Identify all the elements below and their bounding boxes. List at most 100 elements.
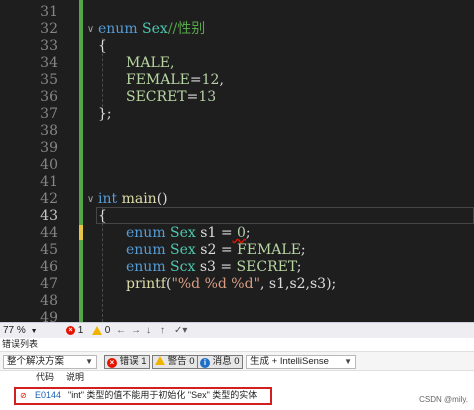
messages-label: 消息 0 [212, 356, 240, 367]
punctuation: ; [300, 242, 306, 258]
line-number: 40 [40, 157, 58, 173]
code-line: 42 int main() [0, 191, 474, 208]
build-filter-dropdown[interactable]: 生成 + IntelliSense ▼ [246, 355, 356, 369]
line-number: 39 [40, 140, 58, 156]
errors-filter-button[interactable]: × 错误 1 [104, 355, 150, 369]
enum-name: Sex [137, 21, 168, 37]
chevron-down-icon: ▼ [344, 357, 352, 366]
keyword-enum: enum [98, 21, 138, 37]
number-literal: 13 [198, 89, 217, 105]
messages-filter-button[interactable]: i 消息 0 [197, 355, 243, 369]
code-line: 38 [0, 123, 474, 140]
code-line: 37 }; [0, 106, 474, 123]
scope-label: 整个解决方案 [7, 356, 65, 367]
column-header-description[interactable]: 说明 [66, 371, 84, 384]
operator: = [220, 225, 233, 241]
code-text: enum Sex s2 = FEMALE; [126, 242, 306, 259]
code-line: 40 [0, 157, 474, 174]
punctuation: ; [245, 225, 251, 241]
warning-indicator[interactable]: 0 [92, 323, 110, 339]
code-editor[interactable]: ∨ ∨ 31 32 enum Sex//性别 33 { 34 MALE, 35 … [0, 0, 474, 322]
error-row-icon: ⊘ [20, 391, 27, 400]
code-text: enum Scx s3 = SECRET; [126, 259, 301, 276]
line-number: 46 [40, 259, 58, 275]
line-number: 34 [40, 55, 58, 71]
code-comment: //性别 [167, 21, 206, 37]
code-text: MALE, [126, 55, 174, 72]
line-number: 41 [40, 174, 58, 190]
keyword-enum: enum [126, 259, 166, 275]
error-code-link[interactable]: E0144 [35, 390, 61, 401]
number-literal: 12 [201, 72, 220, 88]
variable: s3 [195, 259, 221, 275]
code-text: int main() [98, 191, 168, 208]
code-text: }; [98, 106, 112, 122]
string-literal: "%d %d %d" [171, 276, 261, 292]
arrow-up-icon[interactable]: ↑ [160, 323, 165, 339]
punctuation: , [219, 72, 224, 88]
code-line: 49 [0, 310, 474, 322]
error-icon: × [107, 358, 117, 368]
error-squiggle-value[interactable]: 0 [233, 225, 246, 241]
line-number: 35 [40, 72, 58, 88]
code-line: 45 enum Sex s2 = FEMALE; [0, 242, 474, 259]
scope-dropdown[interactable]: 整个解决方案 ▼ [3, 355, 97, 369]
operator: = [220, 242, 233, 258]
operator: = [186, 89, 199, 105]
line-number: 42 [40, 191, 58, 207]
warnings-label: 警告 0 [167, 356, 195, 367]
enumerator: SECRET [232, 259, 297, 275]
type-name: Scx [165, 259, 196, 275]
enumerator: FEMALE [126, 72, 190, 88]
code-line-current: 43 { [0, 208, 474, 225]
keyword-enum: enum [126, 242, 166, 258]
line-number: 32 [40, 21, 58, 37]
prev-issue-button[interactable]: ← [116, 323, 126, 339]
code-line: 44 enum Sex s1 = 0; [0, 225, 474, 242]
variable: s1 [195, 225, 221, 241]
function-name: printf [126, 276, 166, 292]
line-number: 49 [40, 310, 58, 322]
paintbrush-icon[interactable]: ✓▾ [174, 323, 187, 339]
line-number: 47 [40, 276, 58, 292]
code-line: 48 [0, 293, 474, 310]
code-text: enum Sex//性别 [98, 21, 205, 38]
operator: = [220, 259, 233, 275]
column-header-code[interactable]: 代码 [36, 371, 54, 384]
errors-label: 错误 1 [119, 356, 147, 367]
error-count: 1 [77, 325, 84, 336]
next-issue-button[interactable]: → [131, 323, 141, 339]
code-text: { [98, 208, 107, 224]
code-line: 41 [0, 174, 474, 191]
zoom-dropdown[interactable]: 77 % ▼ [3, 323, 38, 339]
warning-icon [155, 356, 165, 365]
code-line: 33 { [0, 38, 474, 55]
line-number: 36 [40, 89, 58, 105]
info-icon: i [200, 358, 210, 368]
code-text: { [98, 38, 107, 54]
editor-status-strip: 77 % ▼ × 1 0 ← → ↓ ↑ ✓▾ [0, 322, 474, 338]
watermark: CSDN @mily. [419, 395, 468, 404]
type-name: Sex [165, 242, 196, 258]
code-text: FEMALE=12, [126, 72, 224, 89]
code-line: 36 SECRET=13 [0, 89, 474, 106]
arrow-down-icon[interactable]: ↓ [146, 323, 151, 339]
operator: = [189, 72, 202, 88]
code-line: 31 [0, 4, 474, 21]
error-list-title: 错误列表 [0, 338, 474, 351]
arguments: , s1,s2,s3); [260, 276, 337, 292]
code-line: 34 MALE, [0, 55, 474, 72]
error-list-toolbar: 整个解决方案 ▼ × 错误 1 警告 0 i 消息 0 生成 + Intelli… [0, 351, 474, 371]
code-line: 47 printf("%d %d %d", s1,s2,s3); [0, 276, 474, 293]
warning-count: 0 [104, 325, 111, 336]
punctuation: () [156, 191, 168, 207]
error-indicator[interactable]: × 1 [66, 323, 83, 339]
code-line: 32 enum Sex//性别 [0, 21, 474, 38]
code-line: 39 [0, 140, 474, 157]
warnings-filter-button[interactable]: 警告 0 [152, 355, 198, 369]
table-row[interactable]: ⊘ E0144 "int" 类型的值不能用于初始化 "Sex" 类型的实体 [0, 384, 474, 410]
punctuation: ; [296, 259, 302, 275]
line-number: 33 [40, 38, 58, 54]
code-text: SECRET=13 [126, 89, 216, 106]
keyword-enum: enum [126, 225, 166, 241]
